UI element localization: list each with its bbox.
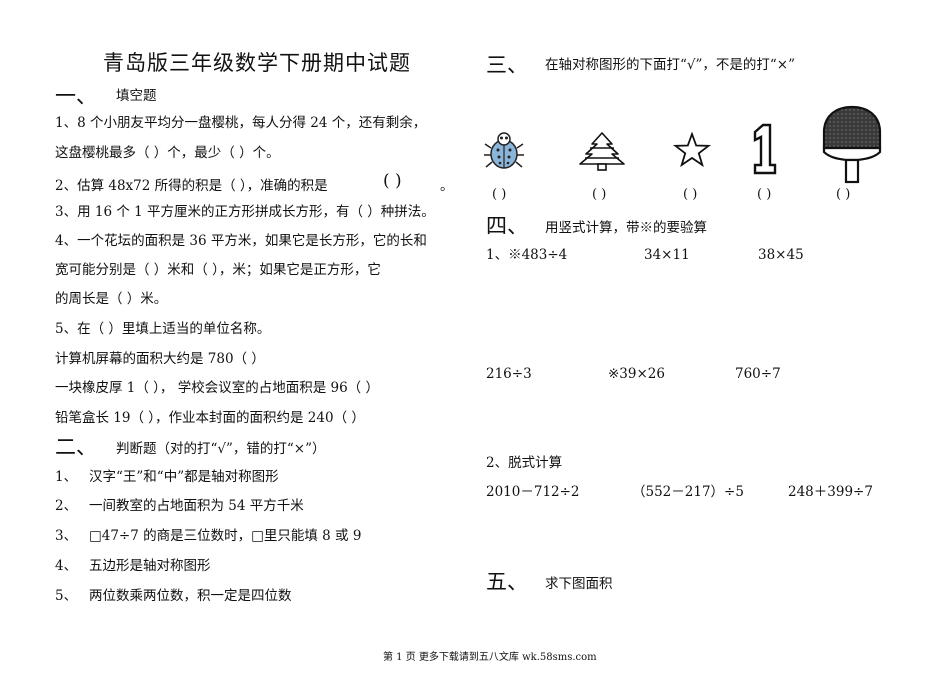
figure-4-answer: ( ) xyxy=(757,187,772,202)
section-3-number: 三、 xyxy=(486,53,528,77)
section-3-title: 在轴对称图形的下面打“√”，不是的打“×” xyxy=(545,57,796,73)
section-5-number: 五、 xyxy=(486,570,528,594)
question-2-answer-paren: ( ) xyxy=(383,171,402,191)
calc-3: 38×45 xyxy=(758,247,804,263)
section-2-number: 二、 xyxy=(55,435,97,459)
page-footer: 第 1 页 更多下载请到五八文库 wk.58sms.com xyxy=(383,652,597,663)
judge-5-text: 两位数乘两位数，积一定是四位数 xyxy=(89,588,292,604)
star-icon xyxy=(673,132,711,168)
calc-4: 216÷3 xyxy=(486,366,532,382)
judge-5-number: 5、 xyxy=(55,588,78,604)
judge-2-number: 2、 xyxy=(55,498,78,514)
page-title: 青岛版三年级数学下册期中试题 xyxy=(103,51,411,75)
question-1-line-1: 1、8 个小朋友平均分一盘樱桃，每人分得 24 个，还有剩余， xyxy=(55,115,427,131)
judge-2-text: 一间教室的占地面积为 54 平方千米 xyxy=(89,498,304,514)
figure-1-answer: ( ) xyxy=(492,187,507,202)
judge-4-number: 4、 xyxy=(55,558,78,574)
question-5-item-a: 计算机屏幕的面积大约是 780（ ） xyxy=(55,351,265,367)
calc-6: 760÷7 xyxy=(735,366,781,382)
tree-icon xyxy=(579,132,625,171)
question-2: 2、估算 48x72 所得的积是（ ），准确的积是 xyxy=(55,178,328,194)
section-2-title: 判断题（对的打“√”，错的打“×”） xyxy=(116,441,326,457)
expr-1: 2010－712÷2 xyxy=(486,484,580,500)
digit-one-icon xyxy=(753,123,777,175)
judge-1-number: 1、 xyxy=(55,469,78,485)
calc-5: ※39×26 xyxy=(608,366,665,382)
question-1-line-2: 这盘樱桃最多（ ）个，最少（ ）个。 xyxy=(55,145,280,161)
question-3: 3、用 16 个 1 平方厘米的正方形拼成长方形，有（ ）种拼法。 xyxy=(55,204,435,220)
section-4-title: 用竖式计算，带※的要验算 xyxy=(545,220,707,236)
section-5-title: 求下图面积 xyxy=(545,576,613,592)
sub-section-2: 2、脱式计算 xyxy=(486,455,563,471)
paddle-icon xyxy=(822,105,882,184)
calc-2: 34×11 xyxy=(644,247,690,263)
question-5-item-b: 一块橡皮厚 1（ ）， 学校会议室的占地面积是 96（ ） xyxy=(55,380,379,396)
figure-3-answer: ( ) xyxy=(683,187,698,202)
calc-1: 1、※483÷4 xyxy=(486,247,568,263)
figure-5-answer: ( ) xyxy=(836,187,851,202)
judge-1-text: 汉字“王”和“中”都是轴对称图形 xyxy=(89,469,279,485)
section-1-title: 填空题 xyxy=(116,88,157,104)
judge-4-text: 五边形是轴对称图形 xyxy=(89,558,211,574)
judge-3-number: 3、 xyxy=(55,528,78,544)
judge-3-text: □47÷7 的商是三位数时，□里只能填 8 或 9 xyxy=(89,528,362,544)
question-4-line-2: 宽可能分别是（ ）米和（ ），米；如果它是正方形，它 xyxy=(55,262,381,278)
figure-2-answer: ( ) xyxy=(592,187,607,202)
expr-2: （552－217）÷5 xyxy=(632,484,744,500)
beetle-icon xyxy=(484,132,524,169)
question-5-item-c: 铅笔盒长 19（ ），作业本封面的面积约是 240（ ） xyxy=(55,410,365,426)
section-1-number: 一、 xyxy=(55,84,97,108)
question-4-line-3: 的周长是（ ）米。 xyxy=(55,291,168,307)
section-4-number: 四、 xyxy=(486,214,528,238)
expr-3: 248＋399÷7 xyxy=(788,484,873,500)
question-4-line-1: 4、一个花坛的面积是 36 平方米，如果它是长方形，它的长和 xyxy=(55,233,427,249)
question-2-end: 。 xyxy=(440,178,454,194)
question-5: 5、在（ ）里填上适当的单位名称。 xyxy=(55,321,271,337)
